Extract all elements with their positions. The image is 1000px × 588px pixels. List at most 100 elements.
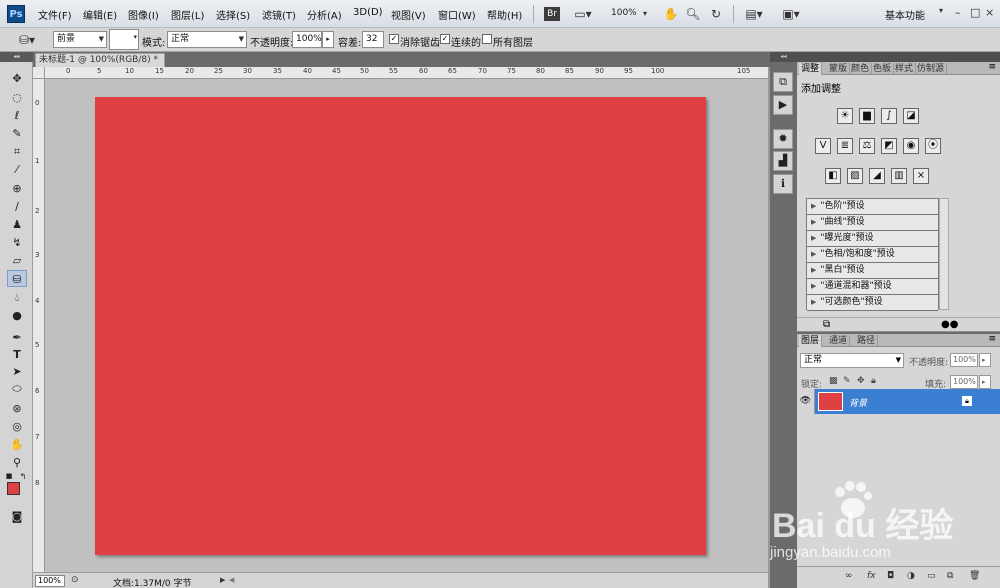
gradient-map-icon[interactable]: ▥ — [891, 168, 907, 184]
quick-selection-tool-icon[interactable]: ✎ — [7, 125, 27, 142]
vibrance-icon[interactable]: V — [815, 138, 831, 154]
color-balance-icon[interactable]: ⚖ — [859, 138, 875, 154]
tab-paths[interactable]: 路径 — [855, 335, 879, 347]
panel-grip[interactable]: ◂◂ — [770, 52, 797, 62]
path-selection-tool-icon[interactable]: ➤ — [7, 363, 27, 380]
opacity-slider-arrow[interactable]: ▸ — [322, 31, 334, 48]
paint-bucket-icon[interactable]: ⛁▾ — [12, 31, 42, 49]
channel-mixer-icon[interactable]: ⦿ — [925, 138, 941, 154]
info-panel-icon[interactable]: ℹ — [773, 174, 793, 194]
blur-tool-icon[interactable]: 💧︎ — [7, 289, 27, 306]
layer-thumbnail[interactable] — [818, 392, 843, 411]
scroll-left-icon[interactable]: ◀ — [229, 576, 234, 584]
posterize-icon[interactable]: ▨ — [847, 168, 863, 184]
menu-file[interactable]: 文件(F) — [38, 7, 72, 22]
vertical-ruler[interactable]: 0 1 2 3 4 5 6 7 8 — [33, 79, 45, 573]
trash-icon[interactable]: 🗑︎ — [969, 571, 980, 581]
history-brush-tool-icon[interactable]: ↯ — [7, 234, 27, 251]
shape-tool-icon[interactable]: ⬭ — [7, 380, 27, 397]
list-item[interactable]: ▶ "曝光度"预设 — [807, 231, 938, 247]
actions-panel-icon[interactable]: ▶ — [773, 95, 793, 115]
crop-tool-icon[interactable]: ⌗ — [7, 143, 27, 160]
list-item[interactable]: ▶ "可选颜色"预设 — [807, 295, 938, 311]
brush-tool-icon[interactable]: ∕ — [7, 198, 27, 215]
minimize-icon[interactable]: – — [955, 6, 961, 19]
document-info[interactable]: 文档:1.37M/0 字节 — [113, 576, 191, 588]
menu-layer[interactable]: 图层(L) — [171, 7, 204, 22]
zoom-input[interactable]: 100% — [35, 575, 65, 587]
view-extras-icon[interactable]: ▭▾ — [570, 5, 596, 23]
dodge-tool-icon[interactable]: ● — [7, 307, 27, 324]
exposure-icon[interactable]: ◪ — [903, 108, 919, 124]
fill-slider-arrow[interactable]: ▸ — [979, 375, 991, 389]
rotate-view-icon[interactable]: ↻ — [708, 5, 724, 23]
close-icon[interactable]: × — [985, 6, 994, 19]
tab-layers[interactable]: 图层 — [799, 335, 823, 347]
menu-view[interactable]: 视图(V) — [391, 7, 426, 22]
mask-icon[interactable]: ◘ — [887, 571, 894, 581]
fill-source-select[interactable]: 前景 ▼ — [53, 31, 107, 48]
list-item[interactable]: ▶ "曲线"预设 — [807, 215, 938, 231]
menu-edit[interactable]: 编辑(E) — [83, 7, 117, 22]
healing-brush-tool-icon[interactable]: ⊕ — [7, 180, 27, 197]
arrange-documents-icon[interactable]: ▤▾ — [741, 5, 767, 23]
tab-clone-source[interactable]: 仿制源 — [915, 63, 948, 75]
chevron-down-icon[interactable]: ▾ — [939, 6, 943, 15]
selective-color-icon[interactable]: ⨯ — [913, 168, 929, 184]
hue-saturation-icon[interactable]: ≣ — [837, 138, 853, 154]
horizontal-ruler[interactable]: 0 5 10 15 20 25 30 35 40 45 50 55 60 65 … — [45, 67, 768, 79]
visibility-eye-icon[interactable]: 👁︎ — [797, 389, 815, 414]
lock-position-icon[interactable]: ✥ — [857, 376, 865, 386]
panel-grip[interactable] — [797, 52, 1000, 62]
chevron-down-icon[interactable]: ▾ — [641, 5, 649, 23]
quick-mask-icon[interactable]: ◙ — [7, 508, 27, 525]
tolerance-input[interactable]: 32 — [362, 31, 384, 48]
curves-icon[interactable]: ∫ — [881, 108, 897, 124]
hand-tool-icon[interactable]: ✋ — [7, 436, 27, 453]
tab-styles[interactable]: 样式 — [893, 63, 917, 75]
menu-select[interactable]: 选择(S) — [216, 7, 250, 22]
history-panel-icon[interactable]: ⧉ — [773, 72, 793, 92]
menu-image[interactable]: 图像(I) — [128, 7, 159, 22]
lasso-tool-icon[interactable]: ℓ — [7, 107, 27, 124]
clip-layer-icon[interactable]: ●● — [941, 319, 958, 330]
levels-icon[interactable]: ▆ — [859, 108, 875, 124]
histogram-panel-icon[interactable]: ▟ — [773, 151, 793, 171]
menu-3d[interactable]: 3D(D) — [353, 7, 383, 18]
hand-icon[interactable]: ✋ — [663, 5, 679, 23]
blend-mode-select[interactable]: 正常 ▼ — [800, 353, 904, 368]
brightness-contrast-icon[interactable]: ☀ — [837, 108, 853, 124]
panel-menu-icon[interactable]: ≡ — [988, 62, 996, 72]
canvas[interactable] — [95, 97, 706, 555]
ruler-origin[interactable] — [33, 67, 45, 79]
opacity-input[interactable]: 100% — [292, 31, 322, 48]
navigator-panel-icon[interactable]: ✹ — [773, 129, 793, 149]
lock-pixels-icon[interactable]: ✎ — [843, 376, 851, 386]
zoom-icon[interactable]: 🔍︎ — [685, 5, 701, 23]
layer-name[interactable]: 背景 — [849, 396, 867, 409]
eraser-tool-icon[interactable]: ▱ — [7, 252, 27, 269]
lock-all-icon[interactable]: 🔒︎ — [871, 376, 876, 386]
antialias-checkbox[interactable]: ✓ — [389, 34, 399, 44]
list-item[interactable]: ▶ "色阶"预设 — [807, 199, 938, 215]
status-menu-icon[interactable]: ⊙ — [71, 575, 79, 585]
3d-orbit-tool-icon[interactable]: ◎ — [7, 418, 27, 435]
invert-icon[interactable]: ◧ — [825, 168, 841, 184]
document-tab[interactable]: 未标题-1 @ 100%(RGB/8) * — [35, 53, 165, 67]
mode-select[interactable]: 正常 ▼ — [167, 31, 247, 48]
layer-row[interactable]: 👁︎ 背景 🔒︎ — [797, 389, 1000, 414]
fx-icon[interactable]: fx — [867, 571, 876, 581]
pen-tool-icon[interactable]: ✒ — [7, 329, 27, 346]
contiguous-checkbox[interactable]: ✓ — [440, 34, 450, 44]
workspace-switcher[interactable]: 基本功能 — [885, 7, 925, 22]
threshold-icon[interactable]: ◢ — [869, 168, 885, 184]
zoom-level-display[interactable]: 100% — [611, 8, 637, 18]
clone-stamp-tool-icon[interactable]: ♟ — [7, 216, 27, 233]
eyedropper-tool-icon[interactable]: ⁄ — [7, 161, 27, 178]
tab-swatches[interactable]: 色板 — [871, 63, 895, 75]
link-icon[interactable]: ∞ — [845, 571, 853, 581]
type-tool-icon[interactable]: T — [7, 346, 27, 363]
fill-input[interactable]: 100% — [950, 375, 978, 389]
menu-analysis[interactable]: 分析(A) — [307, 7, 342, 22]
tab-adjustments[interactable]: 调整 — [799, 63, 823, 75]
